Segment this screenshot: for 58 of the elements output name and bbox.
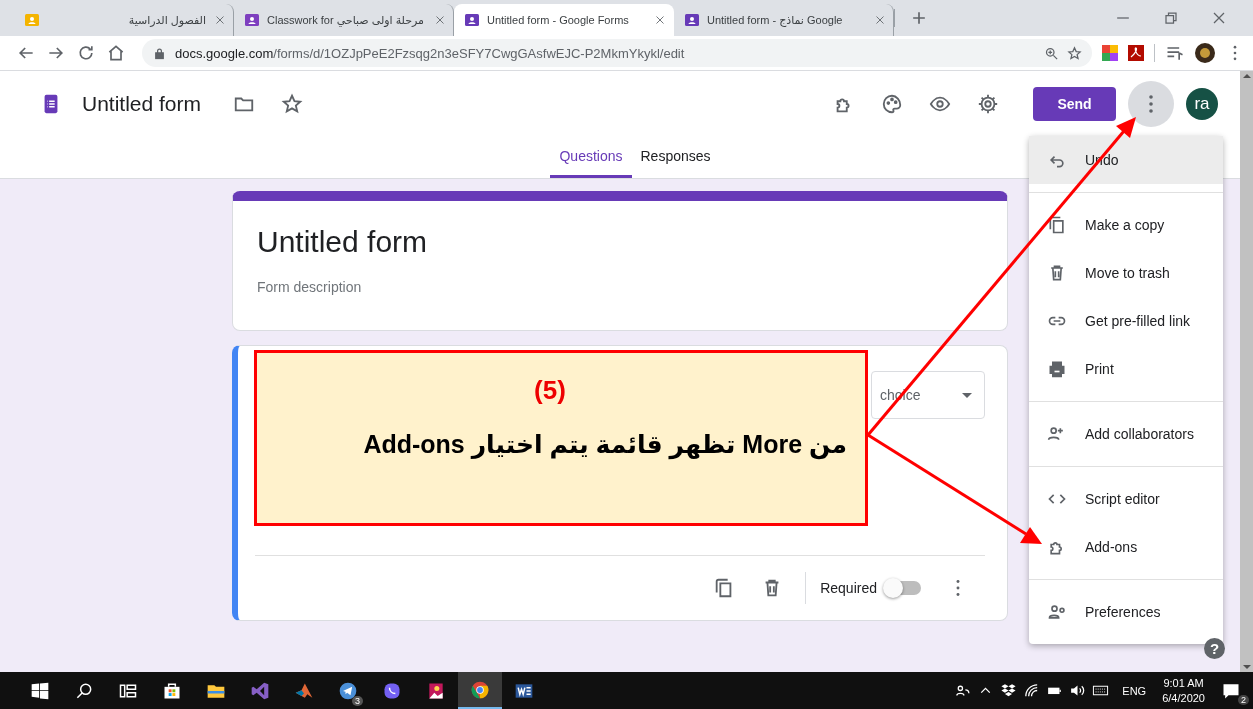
copy-icon (1047, 215, 1067, 235)
step-number: (5) (534, 375, 566, 406)
menu-item[interactable]: Script editor (1029, 475, 1223, 523)
form-title[interactable]: Untitled form (257, 225, 983, 259)
star-icon[interactable] (281, 93, 304, 115)
menu-item[interactable]: Get pre-filled link (1029, 297, 1223, 345)
scrollbar[interactable] (1240, 71, 1253, 672)
tab-title: Untitled form - نماذج Google (707, 13, 844, 27)
tab-title: Untitled form - Google Forms (487, 14, 630, 26)
clock-time[interactable]: 9:01 AM (1163, 675, 1204, 691)
menu-item[interactable]: Print (1029, 345, 1223, 393)
reload-icon[interactable] (76, 43, 96, 63)
menu-item[interactable]: Make a copy (1029, 201, 1223, 249)
print-icon (1047, 359, 1067, 379)
pdf-extension-icon[interactable] (1128, 45, 1144, 61)
extension-icon[interactable] (1102, 45, 1118, 61)
more-button[interactable] (1128, 81, 1174, 127)
clock-date[interactable]: 6/4/2020 (1162, 690, 1205, 706)
tab-title: Classwork for مرحلة اولى صباحي (267, 13, 425, 27)
start-taskbar-icon[interactable] (30, 680, 50, 701)
menu-item[interactable]: Add collaborators (1029, 410, 1223, 458)
scroll-up-icon[interactable] (1242, 74, 1251, 78)
browser-tab[interactable]: Untitled form - نماذج Google (674, 4, 894, 36)
address-field[interactable]: docs.google.com/forms/d/1OZJpPeE2Fzsqg2n3eSFY7CwgGAsfwEJC-P2MkmYkykl/edit (142, 39, 1092, 67)
account-avatar[interactable]: ra (1186, 88, 1218, 120)
classroom-favicon-icon (24, 12, 40, 28)
classroom-favicon-icon (684, 12, 700, 28)
menu-item[interactable]: Add-ons (1029, 523, 1223, 571)
lock-icon (152, 45, 167, 61)
notification-count: 2 (1238, 694, 1249, 705)
scroll-down-icon[interactable] (1242, 665, 1251, 669)
browser-tab[interactable]: Untitled form - Google Forms (454, 4, 674, 36)
palette-icon[interactable] (881, 93, 903, 115)
input-language[interactable]: ENG (1122, 684, 1147, 697)
required-label: Required (820, 580, 877, 596)
settings-icon[interactable] (977, 93, 999, 115)
form-tab[interactable]: Responses (631, 137, 720, 178)
send-button[interactable]: Send (1033, 87, 1116, 121)
zoom-icon[interactable] (1044, 45, 1059, 61)
annotation-text: من More تظهر قائمة يتم اختيار Add-ons (362, 430, 847, 459)
browser-tab[interactable]: Classwork for مرحلة اولى صباحي (234, 4, 454, 36)
visualstudio-taskbar-icon[interactable] (250, 680, 270, 701)
bookmark-star-icon[interactable] (1067, 45, 1082, 61)
chrome-taskbar-icon[interactable] (470, 679, 490, 700)
classroom-favicon-icon (464, 12, 480, 28)
unread-badge: 3 (352, 696, 363, 706)
menu-item[interactable]: Move to trash (1029, 249, 1223, 297)
dropdown-arrow-icon (962, 392, 972, 398)
browser-tab[interactable]: الفصول الدراسية (14, 4, 234, 36)
menu-item[interactable]: Preferences (1029, 588, 1223, 636)
dropbox-tray-icon[interactable] (1000, 682, 1018, 699)
classroom-favicon-icon (244, 12, 260, 28)
preferences-icon (1047, 602, 1067, 622)
profile-avatar-icon[interactable] (1195, 43, 1215, 63)
tab-title: الفصول الدراسية (127, 13, 206, 27)
home-icon[interactable] (106, 43, 126, 63)
form-name[interactable]: Untitled form (82, 92, 202, 116)
more-vert-icon (1149, 95, 1153, 113)
